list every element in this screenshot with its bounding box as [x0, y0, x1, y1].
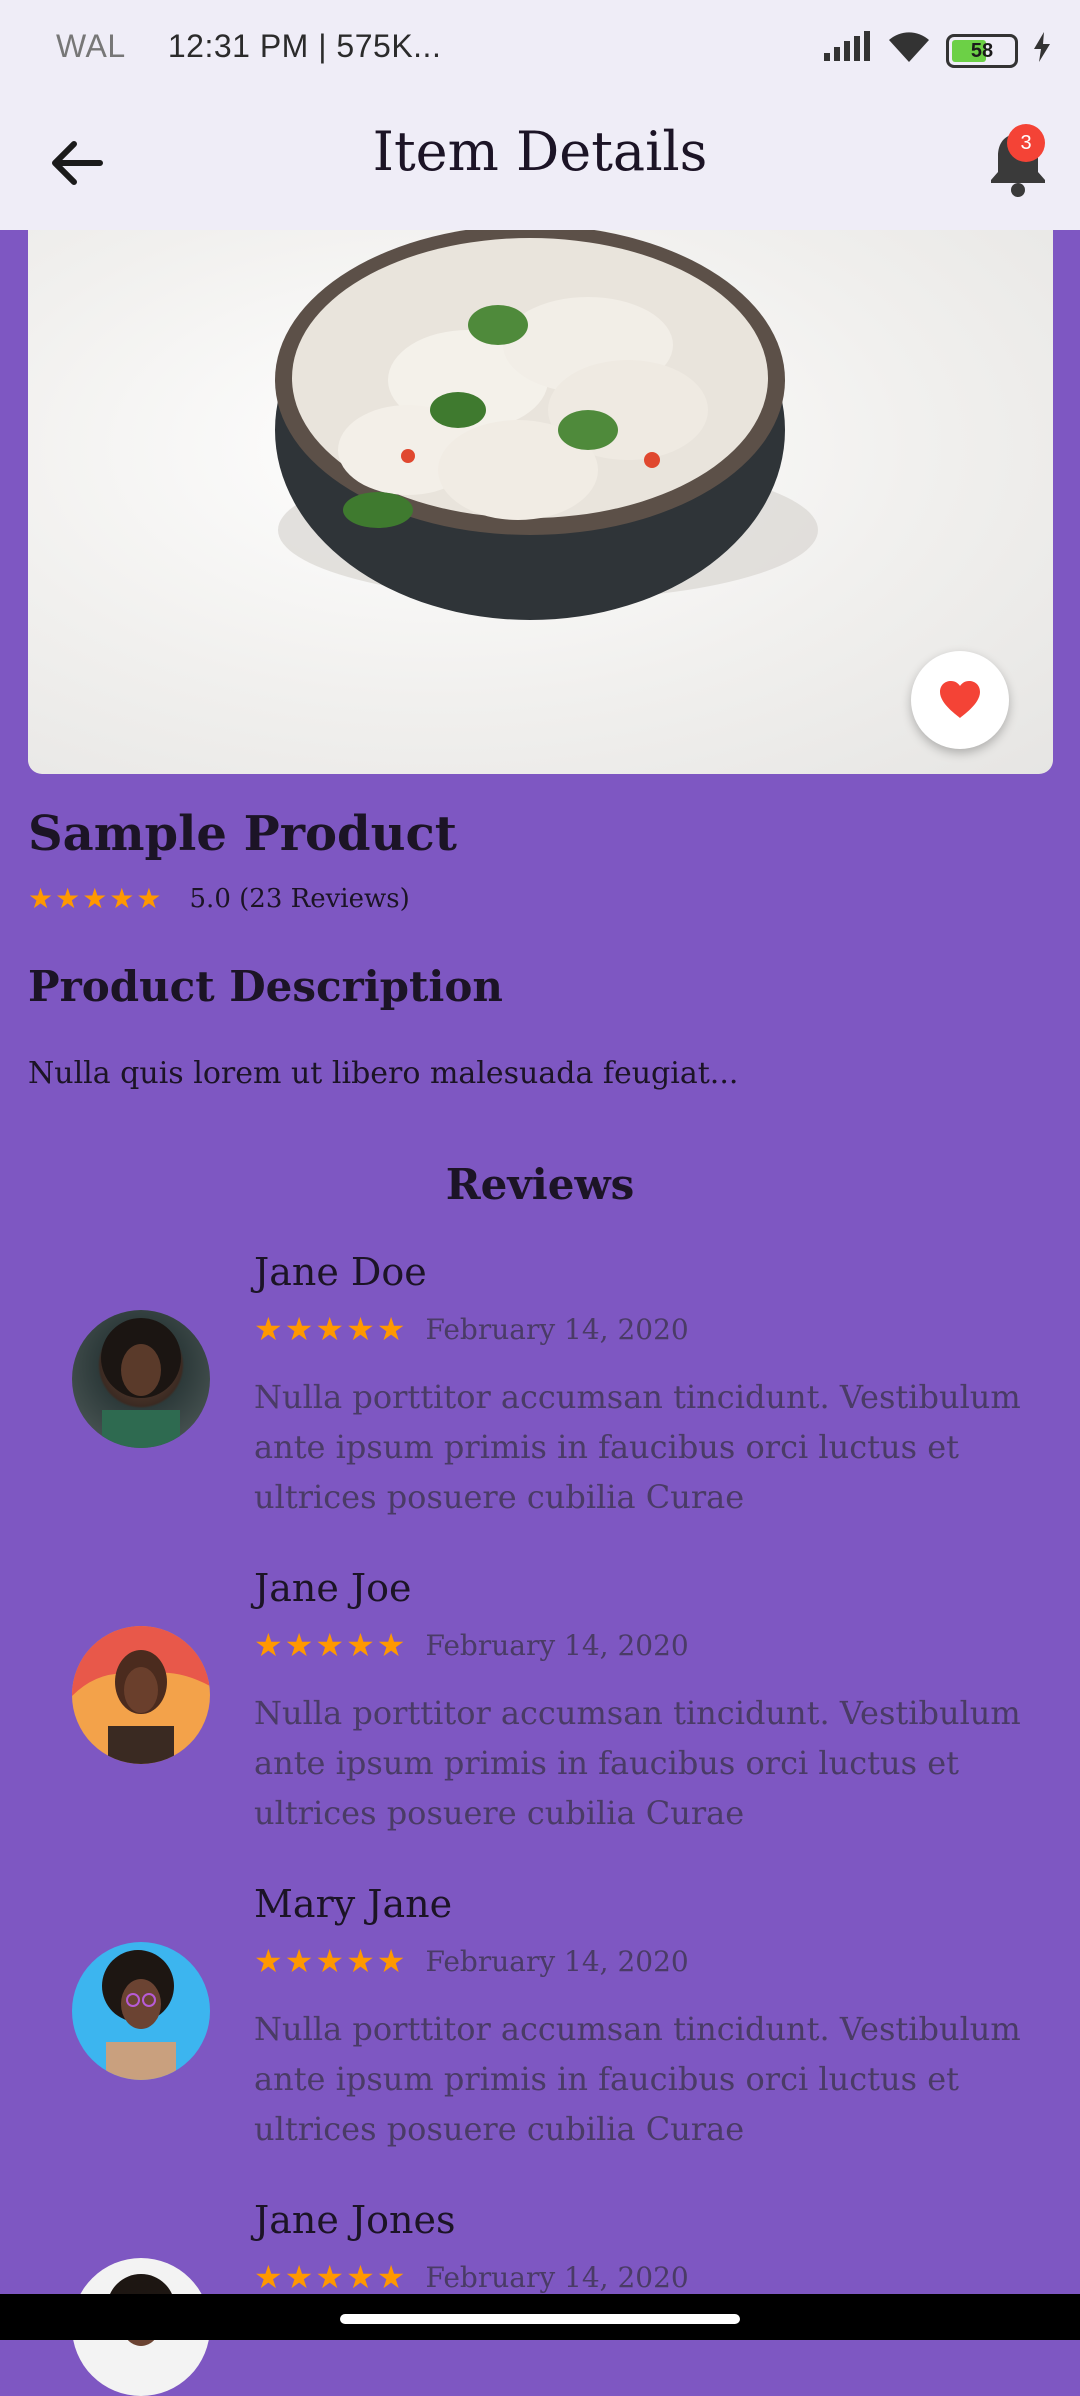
avatar: [72, 1942, 210, 2080]
battery-icon: 58: [946, 34, 1018, 68]
rating-text: 5.0 (23 Reviews): [189, 883, 410, 914]
review-stars: ★★★★★: [254, 2258, 408, 2296]
reviewer-name: Jane Joe: [254, 1566, 412, 1610]
avatar: [72, 1626, 210, 1764]
status-time: 12:31 PM | 575K...: [167, 28, 442, 64]
status-icons: 58: [822, 30, 1052, 72]
product-name: Sample Product: [28, 806, 457, 862]
reviewer-name: Jane Doe: [254, 1250, 427, 1294]
review-text: Nulla porttitor accumsan tincidunt. Vest…: [254, 1378, 1021, 1516]
reviewer-name: Mary Jane: [254, 1882, 453, 1926]
battery-level: 58: [970, 39, 994, 62]
review-stars: ★★★★★: [254, 1310, 408, 1348]
description-text: Nulla quis lorem ut libero malesuada feu…: [28, 1056, 739, 1091]
dumpling-bowl-illustration: [275, 230, 818, 620]
review-text: Nulla porttitor accumsan tincidunt. Vest…: [254, 1694, 1021, 1832]
review-stars: ★★★★★: [254, 1626, 408, 1664]
page-title: Item Details: [372, 120, 708, 183]
product-image: [28, 230, 1053, 774]
reviews-heading: Reviews: [445, 1160, 635, 1209]
review-text: Nulla porttitor accumsan tincidunt. Vest…: [254, 2010, 1021, 2148]
product-rating: ★★★★★ 5.0 (23 Reviews): [28, 882, 410, 915]
rating-stars: ★★★★★: [28, 882, 164, 915]
app-bar: Item Details: [0, 96, 1080, 230]
review-stars: ★★★★★: [254, 1942, 408, 1980]
wifi-icon: [886, 30, 932, 72]
avatar: [72, 1310, 210, 1448]
favorite-button[interactable]: [911, 651, 1009, 749]
review-meta: ★★★★★ February 14, 2020: [254, 1942, 689, 1980]
review-date: February 14, 2020: [425, 1944, 689, 1978]
review-date: February 14, 2020: [425, 1628, 689, 1662]
home-indicator[interactable]: [340, 2314, 740, 2324]
review-date: February 14, 2020: [425, 2260, 689, 2294]
review-date: February 14, 2020: [425, 1312, 689, 1346]
charging-icon: [1032, 32, 1052, 70]
review-meta: ★★★★★ February 14, 2020: [254, 2258, 689, 2296]
review-meta: ★★★★★ February 14, 2020: [254, 1310, 689, 1348]
review-meta: ★★★★★ February 14, 2020: [254, 1626, 689, 1664]
notification-badge: 3: [1007, 124, 1045, 162]
status-left: WAL 12:31 PM | 575K...: [56, 28, 441, 65]
description-heading: Product Description: [28, 962, 503, 1011]
heart-icon: [940, 681, 980, 718]
signal-icon: [822, 31, 872, 71]
status-bar: WAL 12:31 PM | 575K... 58: [0, 0, 1080, 96]
carrier-label: WAL: [56, 28, 125, 64]
reviewer-name: Jane Jones: [254, 2198, 456, 2242]
